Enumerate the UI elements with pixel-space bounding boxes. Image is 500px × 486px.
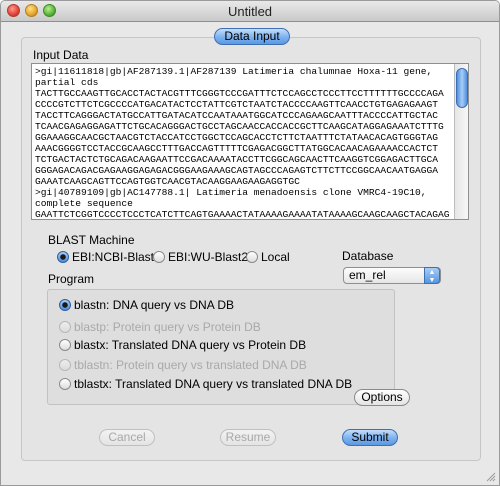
radio-label-blastx: blastx: Translated DNA query vs Protein … — [74, 338, 307, 352]
cancel-button: Cancel — [99, 429, 155, 446]
radio-label-blastn: blastn: DNA query vs DNA DB — [74, 298, 235, 312]
input-data-label: Input Data — [33, 48, 89, 62]
chevron-up-down-icon: ▲ ▼ — [424, 267, 440, 284]
radio-blastn[interactable] — [59, 299, 71, 311]
window-title: Untitled — [227, 4, 273, 19]
database-selected-value: em_rel — [349, 268, 386, 282]
radio-tblastx[interactable] — [59, 378, 71, 390]
radio-label-blastp: blastp: Protein query vs Protein DB — [74, 320, 261, 334]
radio-tblastn — [59, 359, 71, 371]
sequence-input-field[interactable]: >gi|11611818|gb|AF287139.1|AF287139 Lati… — [31, 63, 469, 220]
blast-machine-label: BLAST Machine — [48, 233, 135, 247]
options-button[interactable]: Options — [354, 389, 410, 406]
resume-button: Resume — [220, 429, 276, 446]
vertical-scrollbar[interactable] — [454, 64, 468, 219]
submit-button[interactable]: Submit — [342, 429, 398, 446]
radio-ebi-ncbi-blast[interactable] — [57, 251, 69, 263]
app-window: Untitled Data Input Input Data >gi|11611… — [0, 0, 500, 486]
database-select[interactable]: em_rel ▲ ▼ — [343, 267, 441, 284]
radio-label-local: Local — [261, 250, 290, 264]
resize-grip-icon[interactable] — [486, 472, 496, 482]
program-label: Program — [48, 272, 95, 286]
radio-blastx[interactable] — [59, 339, 71, 351]
sequence-text[interactable]: >gi|11611818|gb|AF287139.1|AF287139 Lati… — [35, 66, 455, 219]
radio-label-ebi-ncbi-blast: EBI:NCBI-Blast — [72, 250, 155, 264]
radio-ebi-wu-blast2[interactable] — [153, 251, 165, 263]
database-label: Database — [342, 249, 394, 263]
radio-label-tblastn: tblastn: Protein query vs translated DNA… — [74, 358, 307, 372]
scrollbar-thumb[interactable] — [456, 68, 468, 108]
radio-blastp — [59, 321, 71, 333]
tab-data-input[interactable]: Data Input — [214, 28, 290, 45]
radio-local[interactable] — [246, 251, 258, 263]
radio-label-ebi-wu-blast2: EBI:WU-Blast2 — [168, 250, 249, 264]
radio-label-tblastx: tblastx: Translated DNA query vs transla… — [74, 377, 353, 391]
title-bar: Untitled — [1, 1, 499, 22]
